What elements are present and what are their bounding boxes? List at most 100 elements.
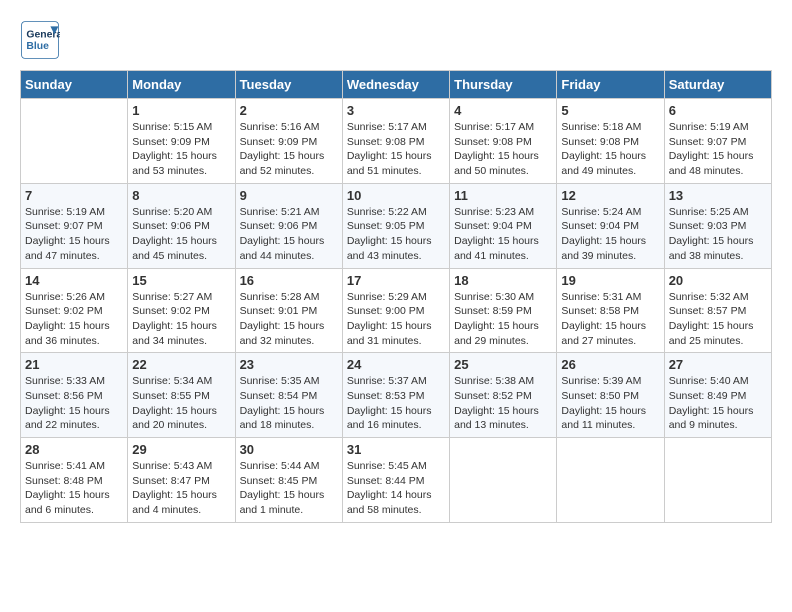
day-header-friday: Friday	[557, 71, 664, 99]
day-number: 5	[561, 103, 659, 118]
calendar-cell: 25Sunrise: 5:38 AM Sunset: 8:52 PM Dayli…	[450, 353, 557, 438]
day-header-monday: Monday	[128, 71, 235, 99]
calendar-cell: 11 Sunrise: 5:23 AM Sunset: 9:04 PM Dayli…	[450, 183, 557, 268]
day-number: 11	[454, 188, 552, 203]
day-number: 24	[347, 357, 445, 372]
day-info: Sunrise: 5:39 AM Sunset: 8:50 PM Dayligh…	[561, 374, 659, 433]
day-info: Sunrise: 5:43 AM Sunset: 8:47 PM Dayligh…	[132, 459, 230, 518]
day-info: Sunrise: 5:27 AM Sunset: 9:02 PM Dayligh…	[132, 290, 230, 349]
day-info: Sunrise: 5:26 AM Sunset: 9:02 PM Dayligh…	[25, 290, 123, 349]
calendar-cell: 31 Sunrise: 5:45 AM Sunset: 8:44 PM Dayli…	[342, 438, 449, 523]
calendar-cell: 12Sunrise: 5:24 AM Sunset: 9:04 PM Dayli…	[557, 183, 664, 268]
svg-text:Blue: Blue	[26, 41, 49, 52]
day-info: Sunrise: 5:15 AM Sunset: 9:09 PM Dayligh…	[132, 120, 230, 179]
day-info: Sunrise: 5:45 AM Sunset: 8:44 PM Dayligh…	[347, 459, 445, 518]
calendar-cell: 15Sunrise: 5:27 AM Sunset: 9:02 PM Dayli…	[128, 268, 235, 353]
day-info: Sunrise: 5:44 AM Sunset: 8:45 PM Dayligh…	[240, 459, 338, 518]
header: General Blue	[20, 20, 772, 60]
week-row-2: 7 Sunrise: 5:19 AM Sunset: 9:07 PM Daylig…	[21, 183, 772, 268]
calendar-cell: 1 Sunrise: 5:15 AM Sunset: 9:09 PM Daylig…	[128, 99, 235, 184]
calendar-cell	[557, 438, 664, 523]
day-number: 23	[240, 357, 338, 372]
day-info: Sunrise: 5:18 AM Sunset: 9:08 PM Dayligh…	[561, 120, 659, 179]
day-number: 29	[132, 442, 230, 457]
day-info: Sunrise: 5:19 AM Sunset: 9:07 PM Dayligh…	[25, 205, 123, 264]
day-number: 1	[132, 103, 230, 118]
day-info: Sunrise: 5:19 AM Sunset: 9:07 PM Dayligh…	[669, 120, 767, 179]
calendar-cell: 30 Sunrise: 5:44 AM Sunset: 8:45 PM Dayli…	[235, 438, 342, 523]
day-info: Sunrise: 5:17 AM Sunset: 9:08 PM Dayligh…	[454, 120, 552, 179]
day-info: Sunrise: 5:25 AM Sunset: 9:03 PM Dayligh…	[669, 205, 767, 264]
day-info: Sunrise: 5:33 AM Sunset: 8:56 PM Dayligh…	[25, 374, 123, 433]
calendar-cell: 9Sunrise: 5:21 AM Sunset: 9:06 PM Daylig…	[235, 183, 342, 268]
day-number: 28	[25, 442, 123, 457]
calendar-cell: 8 Sunrise: 5:20 AM Sunset: 9:06 PM Daylig…	[128, 183, 235, 268]
calendar-cell: 29 Sunrise: 5:43 AM Sunset: 8:47 PM Dayli…	[128, 438, 235, 523]
day-number: 22	[132, 357, 230, 372]
day-number: 8	[132, 188, 230, 203]
day-info: Sunrise: 5:34 AM Sunset: 8:55 PM Dayligh…	[132, 374, 230, 433]
calendar-cell: 20 Sunrise: 5:32 AM Sunset: 8:57 PM Dayli…	[664, 268, 771, 353]
calendar-cell: 6 Sunrise: 5:19 AM Sunset: 9:07 PM Daylig…	[664, 99, 771, 184]
day-number: 26	[561, 357, 659, 372]
day-number: 6	[669, 103, 767, 118]
day-number: 14	[25, 273, 123, 288]
logo-icon: General Blue	[20, 20, 60, 60]
calendar-cell: 7 Sunrise: 5:19 AM Sunset: 9:07 PM Daylig…	[21, 183, 128, 268]
week-row-5: 28 Sunrise: 5:41 AM Sunset: 8:48 PM Dayli…	[21, 438, 772, 523]
day-number: 10	[347, 188, 445, 203]
day-info: Sunrise: 5:24 AM Sunset: 9:04 PM Dayligh…	[561, 205, 659, 264]
day-number: 25	[454, 357, 552, 372]
calendar-cell: 16Sunrise: 5:28 AM Sunset: 9:01 PM Dayli…	[235, 268, 342, 353]
day-number: 19	[561, 273, 659, 288]
calendar-cell: 23 Sunrise: 5:35 AM Sunset: 8:54 PM Dayli…	[235, 353, 342, 438]
day-number: 7	[25, 188, 123, 203]
day-info: Sunrise: 5:32 AM Sunset: 8:57 PM Dayligh…	[669, 290, 767, 349]
calendar-cell: 4 Sunrise: 5:17 AM Sunset: 9:08 PM Daylig…	[450, 99, 557, 184]
header-row: SundayMondayTuesdayWednesdayThursdayFrid…	[21, 71, 772, 99]
day-info: Sunrise: 5:23 AM Sunset: 9:04 PM Dayligh…	[454, 205, 552, 264]
calendar-cell: 18 Sunrise: 5:30 AM Sunset: 8:59 PM Dayli…	[450, 268, 557, 353]
week-row-1: 1 Sunrise: 5:15 AM Sunset: 9:09 PM Daylig…	[21, 99, 772, 184]
week-row-3: 14 Sunrise: 5:26 AM Sunset: 9:02 PM Dayli…	[21, 268, 772, 353]
day-info: Sunrise: 5:35 AM Sunset: 8:54 PM Dayligh…	[240, 374, 338, 433]
calendar-cell: 5 Sunrise: 5:18 AM Sunset: 9:08 PM Daylig…	[557, 99, 664, 184]
day-info: Sunrise: 5:31 AM Sunset: 8:58 PM Dayligh…	[561, 290, 659, 349]
day-info: Sunrise: 5:30 AM Sunset: 8:59 PM Dayligh…	[454, 290, 552, 349]
calendar-cell	[21, 99, 128, 184]
day-number: 27	[669, 357, 767, 372]
day-info: Sunrise: 5:20 AM Sunset: 9:06 PM Dayligh…	[132, 205, 230, 264]
calendar-cell: 26 Sunrise: 5:39 AM Sunset: 8:50 PM Dayli…	[557, 353, 664, 438]
calendar-cell	[450, 438, 557, 523]
day-info: Sunrise: 5:41 AM Sunset: 8:48 PM Dayligh…	[25, 459, 123, 518]
day-number: 2	[240, 103, 338, 118]
day-number: 17	[347, 273, 445, 288]
day-number: 31	[347, 442, 445, 457]
day-info: Sunrise: 5:16 AM Sunset: 9:09 PM Dayligh…	[240, 120, 338, 179]
day-number: 3	[347, 103, 445, 118]
week-row-4: 21Sunrise: 5:33 AM Sunset: 8:56 PM Dayli…	[21, 353, 772, 438]
day-header-wednesday: Wednesday	[342, 71, 449, 99]
day-number: 18	[454, 273, 552, 288]
day-info: Sunrise: 5:28 AM Sunset: 9:01 PM Dayligh…	[240, 290, 338, 349]
calendar-cell: 3 Sunrise: 5:17 AM Sunset: 9:08 PM Daylig…	[342, 99, 449, 184]
calendar-cell: 22 Sunrise: 5:34 AM Sunset: 8:55 PM Dayli…	[128, 353, 235, 438]
calendar-cell: 27 Sunrise: 5:40 AM Sunset: 8:49 PM Dayli…	[664, 353, 771, 438]
day-header-thursday: Thursday	[450, 71, 557, 99]
calendar-cell: 24Sunrise: 5:37 AM Sunset: 8:53 PM Dayli…	[342, 353, 449, 438]
day-info: Sunrise: 5:17 AM Sunset: 9:08 PM Dayligh…	[347, 120, 445, 179]
day-number: 20	[669, 273, 767, 288]
calendar-cell: 10Sunrise: 5:22 AM Sunset: 9:05 PM Dayli…	[342, 183, 449, 268]
day-info: Sunrise: 5:21 AM Sunset: 9:06 PM Dayligh…	[240, 205, 338, 264]
calendar-table: SundayMondayTuesdayWednesdayThursdayFrid…	[20, 70, 772, 523]
day-info: Sunrise: 5:40 AM Sunset: 8:49 PM Dayligh…	[669, 374, 767, 433]
calendar-cell: 17 Sunrise: 5:29 AM Sunset: 9:00 PM Dayli…	[342, 268, 449, 353]
day-number: 4	[454, 103, 552, 118]
day-header-sunday: Sunday	[21, 71, 128, 99]
day-header-saturday: Saturday	[664, 71, 771, 99]
calendar-cell: 14 Sunrise: 5:26 AM Sunset: 9:02 PM Dayli…	[21, 268, 128, 353]
day-info: Sunrise: 5:29 AM Sunset: 9:00 PM Dayligh…	[347, 290, 445, 349]
calendar-cell: 2 Sunrise: 5:16 AM Sunset: 9:09 PM Daylig…	[235, 99, 342, 184]
day-number: 30	[240, 442, 338, 457]
logo: General Blue	[20, 20, 64, 60]
